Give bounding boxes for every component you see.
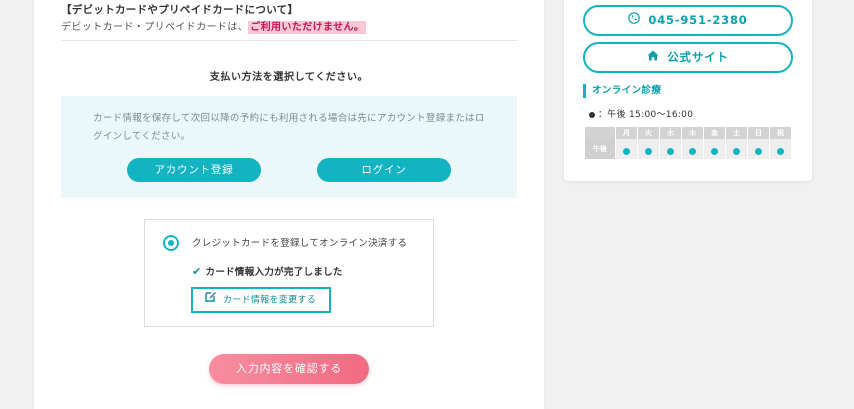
bullet-icon [589,111,595,118]
official-site-label: 公式サイト [667,50,729,64]
debit-card-notice-prefix: デビットカード・プリペイドカードは、 [61,22,249,33]
schedule-header-row: 月 火 水 木 金 土 日 祝 [585,127,791,139]
available-dot-icon [689,147,696,155]
schedule-corner [585,127,615,139]
phone-number: 045-951-2380 [648,13,748,27]
official-site-button[interactable]: 公式サイト [583,42,793,73]
account-register-button[interactable]: アカウント登録 [127,158,261,182]
credit-card-radio-label[interactable]: クレジットカードを登録してオンライン決済する [192,235,407,249]
schedule-day: 金 [704,127,725,139]
debit-card-notice-text: デビットカード・プリペイドカードは、 ご利用いただけません。 [61,18,367,34]
phone-icon [628,7,641,34]
online-consultation-heading: オンライン診療 [583,84,661,98]
edit-icon [205,289,217,311]
debit-card-notice-highlight: ご利用いただけません。 [248,21,367,34]
available-dot-icon [623,147,630,155]
change-card-button[interactable]: カード情報を変更する [191,287,331,313]
schedule-cell [704,139,725,159]
available-dot-icon [755,147,762,155]
schedule-day: 土 [726,127,747,139]
debit-card-notice-title: 【デビットカードやプリペイドカードについて】 [61,4,299,16]
account-login-box: カード情報を保存して次回以降の予約にも利用される場合は先にアカウント登録またはロ… [61,96,517,198]
schedule-cell [748,139,769,159]
card-entry-complete-text: カード情報入力が完了しました [205,267,343,278]
consultation-hours: ：午後 15:00〜16:00 [589,107,693,120]
credit-card-radio[interactable] [163,235,179,251]
available-dot-icon [777,147,784,155]
payment-method-heading: 支払い方法を選択してください。 [209,72,369,83]
confirm-input-button[interactable]: 入力内容を確認する [209,354,369,384]
account-login-text: カード情報を保存して次回以降の予約にも利用される場合は先にアカウント登録またはロ… [93,113,485,142]
schedule-cell [770,139,791,159]
schedule-day: 祝 [770,127,791,139]
payment-panel: 【デビットカードやプリペイドカードについて】 デビットカード・プリペイドカードは… [34,0,544,409]
phone-button[interactable]: 045-951-2380 [583,5,793,36]
available-dot-icon [667,147,674,155]
schedule-cell [638,139,659,159]
available-dot-icon [733,147,740,155]
schedule-row-label: 午後 [585,139,615,159]
schedule-cell [726,139,747,159]
schedule-day: 水 [660,127,681,139]
schedule-cell [660,139,681,159]
schedule-row-afternoon: 午後 [585,139,791,159]
card-entry-complete: ✔ カード情報入力が完了しました [192,264,343,278]
credit-card-option: クレジットカードを登録してオンライン決済する ✔ カード情報入力が完了しました カ… [144,219,434,327]
check-icon: ✔ [192,265,202,278]
consultation-hours-text: ：午後 15:00〜16:00 [598,110,694,120]
available-dot-icon [645,147,652,155]
schedule-day: 木 [682,127,703,139]
schedule-cell [616,139,637,159]
home-icon [647,44,659,71]
available-dot-icon [711,147,718,155]
divider [61,40,517,41]
change-card-label: カード情報を変更する [223,295,317,306]
schedule-cell [682,139,703,159]
login-button[interactable]: ログイン [317,158,451,182]
schedule-day: 日 [748,127,769,139]
schedule-day: 火 [638,127,659,139]
clinic-info-card: 045-951-2380 公式サイト オンライン診療 ：午後 15:00〜16:… [564,0,812,181]
schedule-day: 月 [616,127,637,139]
schedule-table: 月 火 水 木 金 土 日 祝 午後 [584,127,792,159]
